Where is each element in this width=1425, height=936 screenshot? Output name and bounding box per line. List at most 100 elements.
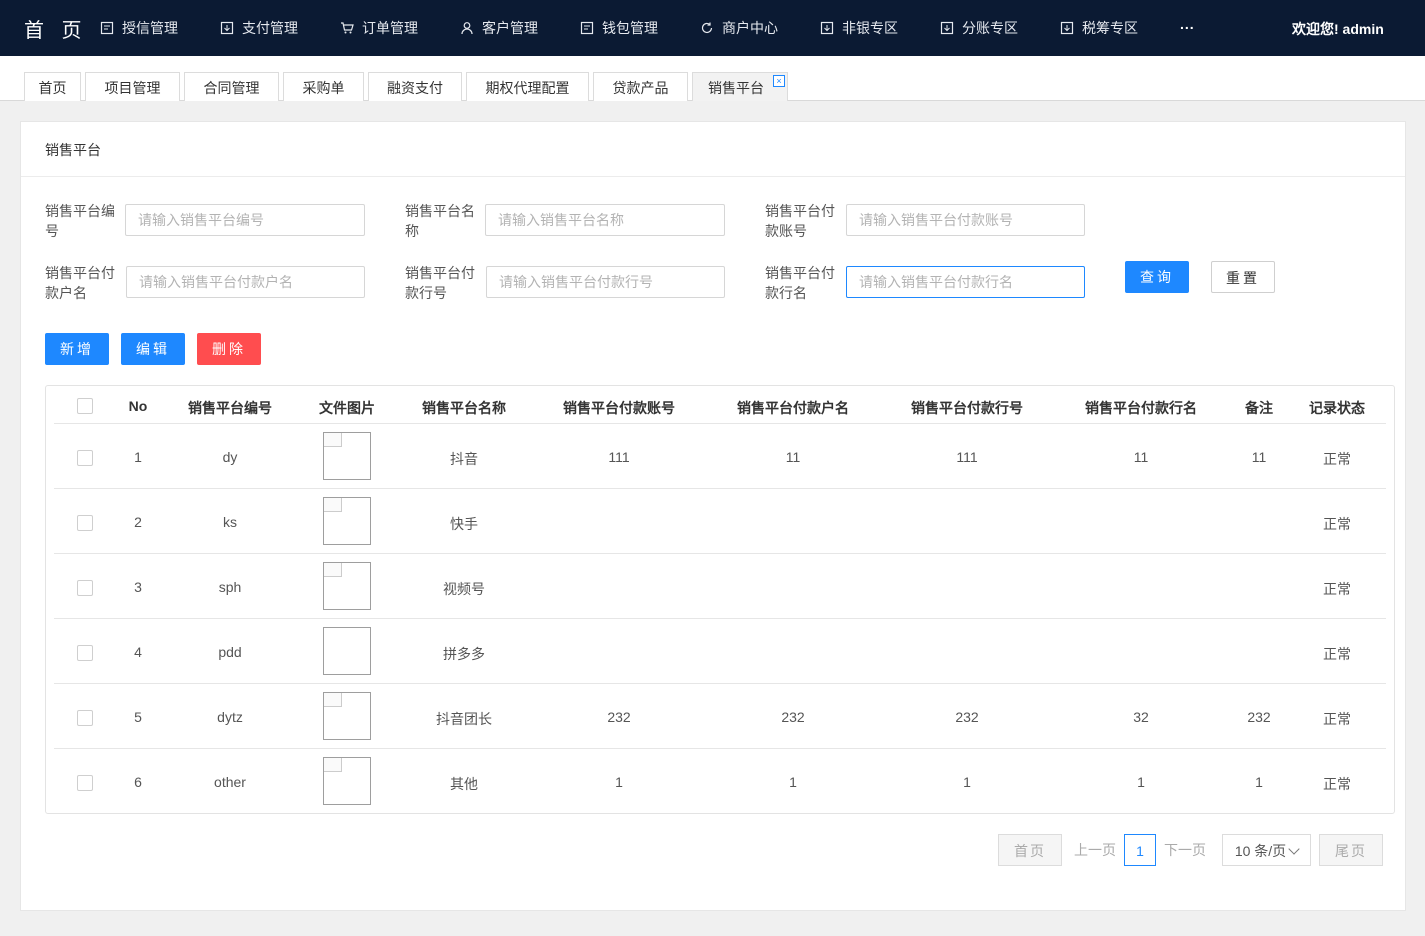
current-page[interactable]: 1 <box>1124 834 1156 866</box>
page-size-select[interactable]: 10 条/页 <box>1222 834 1311 866</box>
nav-payment-management[interactable]: 支付管理 <box>220 18 298 38</box>
cell-name: 拼多多 <box>443 646 485 662</box>
nav-label: 订单管理 <box>362 20 418 36</box>
nav-credit-management[interactable]: 授信管理 <box>100 18 178 38</box>
bankno-input[interactable] <box>486 266 725 298</box>
doc-icon <box>580 21 594 35</box>
cell-name: 抖音团长 <box>436 711 492 727</box>
row-checkbox[interactable] <box>77 515 93 531</box>
account-input[interactable] <box>846 204 1085 236</box>
next-page-button[interactable]: 下一页 <box>1161 834 1209 866</box>
column-header: No <box>128 398 148 414</box>
cell-status: 正常 <box>1323 711 1351 727</box>
page-size-value: 10 条/页 <box>1234 843 1287 859</box>
first-page-button[interactable]: 首页 <box>998 834 1062 866</box>
nav-order-management[interactable]: 订单管理 <box>340 18 418 38</box>
tab-financing-payment[interactable]: 融资支付 <box>368 72 462 101</box>
row-checkbox[interactable] <box>77 450 93 466</box>
cell-code: other <box>214 774 246 790</box>
payer-label: 销售平台付款户名 <box>45 265 115 301</box>
query-button[interactable]: 查询 <box>1125 261 1189 293</box>
code-label: 销售平台编号 <box>45 203 115 239</box>
column-header: 销售平台编号 <box>188 400 272 416</box>
tab-purchase-order[interactable]: 采购单 <box>283 72 364 101</box>
tab-project-management[interactable]: 项目管理 <box>85 72 180 101</box>
broken-image[interactable] <box>323 432 371 480</box>
cell-bankno: 1 <box>963 774 971 790</box>
cell-remark: 232 <box>1247 709 1271 725</box>
row-checkbox[interactable] <box>77 645 93 661</box>
close-icon[interactable]: × <box>773 75 785 87</box>
tab-loan-products[interactable]: 贷款产品 <box>593 72 688 101</box>
cell-account: 1 <box>615 774 623 790</box>
nav-label: 非银专区 <box>842 20 898 36</box>
cell-code: dy <box>222 449 238 465</box>
column-header: 备注 <box>1245 400 1273 416</box>
nav-split-zone[interactable]: 分账专区 <box>940 18 1018 38</box>
cell-remark: 11 <box>1251 449 1267 465</box>
cell-payer: 1 <box>789 774 797 790</box>
broken-image[interactable] <box>323 692 371 740</box>
row-divider <box>54 553 1386 554</box>
nav-label: 税筹专区 <box>1082 20 1138 36</box>
column-header: 记录状态 <box>1309 400 1365 416</box>
broken-image[interactable] <box>323 757 371 805</box>
refresh-icon <box>700 21 714 35</box>
cell-no: 5 <box>134 709 142 725</box>
code-input[interactable] <box>125 204 365 236</box>
cell-name: 抖音 <box>450 451 478 467</box>
cell-name: 其他 <box>450 776 478 792</box>
add-button[interactable]: 新增 <box>45 333 109 365</box>
broken-image[interactable] <box>323 562 371 610</box>
cell-status: 正常 <box>1323 451 1351 467</box>
panel-title: 销售平台 <box>45 142 101 158</box>
tab-sales-platform[interactable]: 销售平台 × <box>692 72 788 101</box>
user-icon <box>460 21 474 35</box>
account-label: 销售平台付款账号 <box>765 203 835 239</box>
reset-button[interactable]: 重置 <box>1211 261 1275 293</box>
nav-label: 支付管理 <box>242 20 298 36</box>
welcome-user[interactable]: 欢迎您! admin <box>1292 19 1384 39</box>
payer-input[interactable] <box>126 266 365 298</box>
cell-code: sph <box>218 579 242 595</box>
nav-label: 分账专区 <box>962 20 1018 36</box>
name-input[interactable] <box>485 204 725 236</box>
row-checkbox[interactable] <box>77 710 93 726</box>
cell-bankname: 32 <box>1133 709 1149 725</box>
cell-code: dytz <box>217 709 243 725</box>
column-header: 销售平台付款账号 <box>563 400 675 416</box>
tab-home[interactable]: 首页 <box>24 72 81 101</box>
nav-nonbank-zone[interactable]: 非银专区 <box>820 18 898 38</box>
broken-image[interactable] <box>323 497 371 545</box>
nav-customer-management[interactable]: 客户管理 <box>460 18 538 38</box>
empty-image[interactable] <box>323 627 371 675</box>
column-header: 文件图片 <box>319 400 375 416</box>
column-header: 销售平台付款户名 <box>737 400 849 416</box>
nav-merchant-center[interactable]: 商户中心 <box>700 18 778 38</box>
select-all-checkbox[interactable] <box>77 398 93 414</box>
nav-tax-zone[interactable]: 税筹专区 <box>1060 18 1138 38</box>
sales-platform-panel: 销售平台 销售平台编号 销售平台名称 销售平台付款账号 销售平台付款户名 销售平… <box>20 121 1406 911</box>
cell-no: 1 <box>134 449 142 465</box>
nav-wallet-management[interactable]: 钱包管理 <box>580 18 658 38</box>
home-brand[interactable]: 首 页 <box>24 14 88 43</box>
cell-status: 正常 <box>1323 516 1351 532</box>
nav-label: 客户管理 <box>482 20 538 36</box>
bankname-input[interactable] <box>846 266 1085 298</box>
nav-more-button[interactable]: ... <box>1180 16 1195 32</box>
name-label: 销售平台名称 <box>405 203 475 239</box>
column-header: 销售平台付款行名 <box>1085 400 1197 416</box>
delete-button[interactable]: 删除 <box>197 333 261 365</box>
row-checkbox[interactable] <box>77 580 93 596</box>
last-page-button[interactable]: 尾页 <box>1319 834 1383 866</box>
row-checkbox[interactable] <box>77 775 93 791</box>
tab-option-agent-config[interactable]: 期权代理配置 <box>466 72 589 101</box>
cell-payer: 11 <box>785 449 801 465</box>
row-divider <box>54 683 1386 684</box>
cell-account: 111 <box>608 449 630 465</box>
edit-button[interactable]: 编辑 <box>121 333 185 365</box>
cell-status: 正常 <box>1323 581 1351 597</box>
bankname-label: 销售平台付款行名 <box>765 265 835 301</box>
prev-page-button[interactable]: 上一页 <box>1071 834 1119 866</box>
tab-contract-management[interactable]: 合同管理 <box>184 72 279 101</box>
